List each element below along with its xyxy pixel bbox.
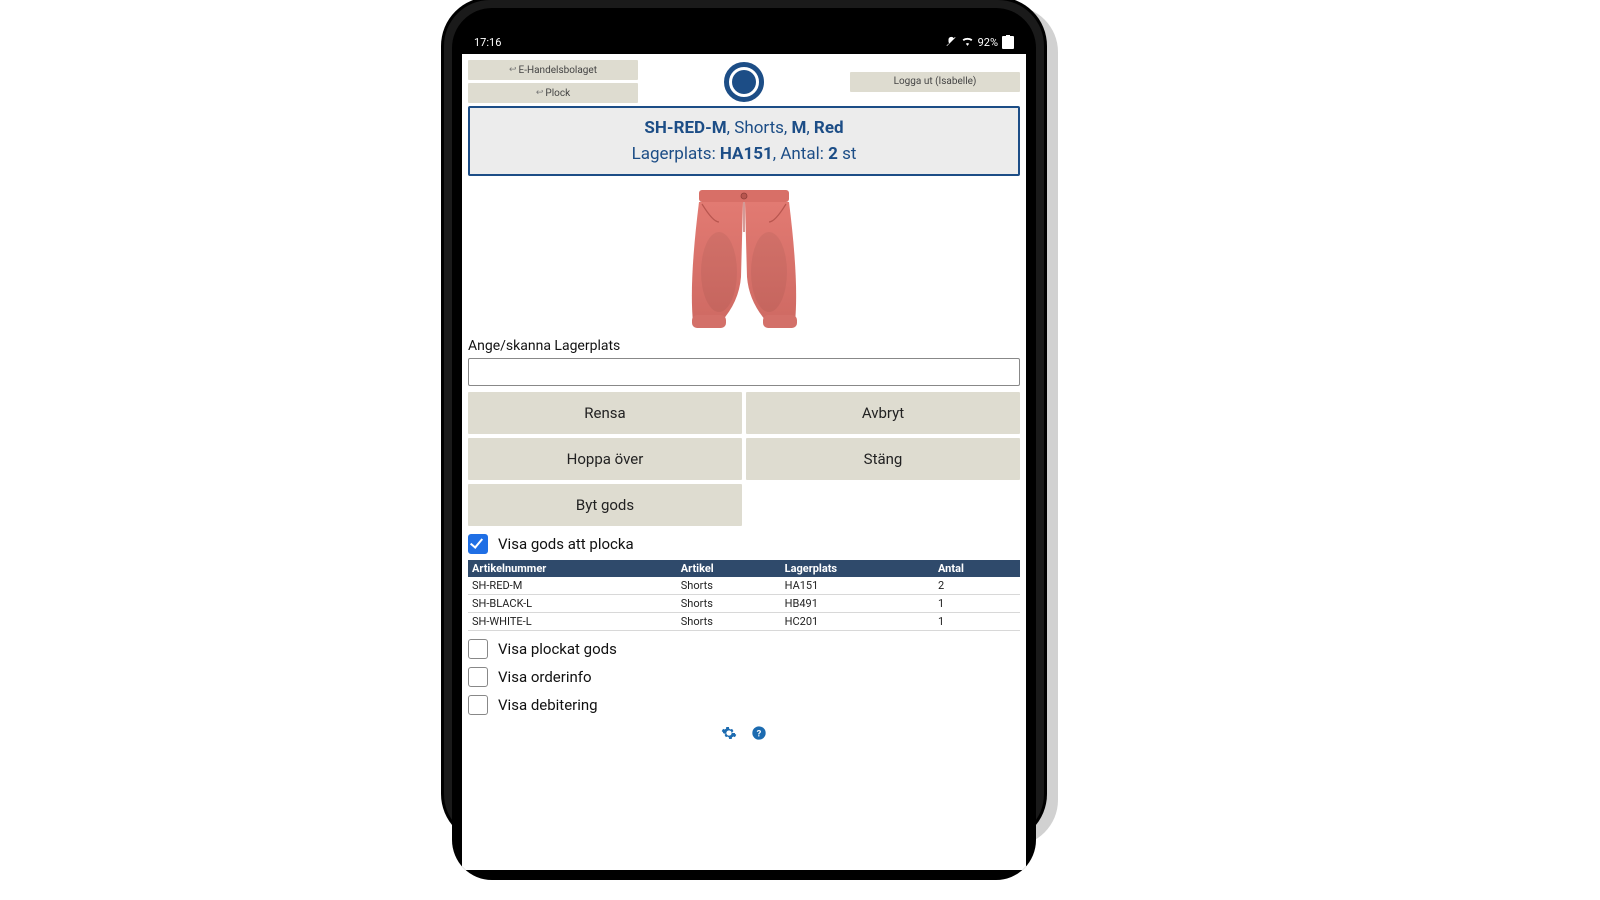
level-up-icon: ↩ (509, 65, 517, 75)
table-header: Antal (934, 560, 1020, 577)
table-header: Lagerplats (781, 560, 934, 577)
breadcrumb-page-label: Plock (545, 88, 570, 99)
location-label: Lagerplats: (632, 144, 716, 164)
table-cell: 1 (934, 613, 1020, 631)
swap-goods-button[interactable]: Byt gods (468, 484, 742, 526)
table-cell: HA151 (781, 577, 934, 595)
table-cell: 1 (934, 595, 1020, 613)
breadcrumb-page[interactable]: ↩ Plock (468, 83, 638, 103)
app-logo-icon (724, 62, 764, 102)
tablet-frame: 17:16 92% (444, 0, 1044, 840)
location-value: HA151 (720, 144, 773, 164)
checkbox-show-billing-label: Visa debitering (498, 696, 598, 714)
checkbox-show-picked[interactable] (468, 639, 488, 659)
product-sku: SH-RED-M (644, 118, 726, 138)
checkbox-show-picked-label: Visa plockat gods (498, 640, 617, 658)
skip-button[interactable]: Hoppa över (468, 438, 742, 480)
status-bar: 17:16 92% (462, 30, 1026, 54)
logout-button[interactable]: Logga ut (Isabelle) (850, 72, 1020, 92)
table-cell: HC201 (781, 613, 934, 631)
qty-label: Antal: (780, 144, 824, 164)
clear-button[interactable]: Rensa (468, 392, 742, 434)
table-cell: SH-WHITE-L (468, 613, 677, 631)
product-color: Red (814, 118, 844, 138)
checkbox-show-to-pick[interactable] (468, 534, 488, 554)
product-image (468, 182, 1020, 332)
scan-location-input[interactable] (468, 358, 1020, 386)
close-button[interactable]: Stäng (746, 438, 1020, 480)
svg-text:?: ? (757, 728, 762, 739)
battery-icon (1002, 36, 1014, 49)
help-icon[interactable]: ? (751, 725, 767, 741)
table-cell: HB491 (781, 595, 934, 613)
checkbox-show-orderinfo[interactable] (468, 667, 488, 687)
wifi-icon (961, 36, 974, 49)
pick-table: ArtikelnummerArtikelLagerplatsAntal SH-R… (468, 560, 1020, 631)
qty-value: 2 (828, 144, 838, 164)
empty-slot (746, 484, 1020, 526)
table-cell: Shorts (677, 595, 781, 613)
table-row[interactable]: SH-BLACK-LShortsHB4911 (468, 595, 1020, 613)
battery-pct: 92% (978, 36, 998, 49)
mute-icon (945, 36, 957, 48)
breadcrumb-company[interactable]: ↩ E-Handelsbolaget (468, 60, 638, 80)
breadcrumb-company-label: E-Handelsbolaget (519, 65, 597, 76)
table-row[interactable]: SH-WHITE-LShortsHC2011 (468, 613, 1020, 631)
table-cell: SH-BLACK-L (468, 595, 677, 613)
checkbox-show-billing[interactable] (468, 695, 488, 715)
qty-unit: st (842, 144, 856, 164)
logout-label: Logga ut (Isabelle) (894, 76, 977, 87)
scan-input-label: Ange/skanna Lagerplats (468, 338, 1020, 354)
table-cell: Shorts (677, 577, 781, 595)
table-header: Artikel (677, 560, 781, 577)
product-info-panel: SH-RED-M, Shorts, M, Red Lagerplats: HA1… (468, 106, 1020, 176)
checkbox-show-to-pick-label: Visa gods att plocka (498, 535, 634, 553)
level-up-icon: ↩ (536, 88, 544, 98)
checkbox-show-orderinfo-label: Visa orderinfo (498, 668, 592, 686)
product-name: Shorts (734, 118, 784, 138)
table-cell: SH-RED-M (468, 577, 677, 595)
table-header: Artikelnummer (468, 560, 677, 577)
status-time: 17:16 (474, 36, 501, 49)
cancel-button[interactable]: Avbryt (746, 392, 1020, 434)
table-row[interactable]: SH-RED-MShortsHA1512 (468, 577, 1020, 595)
settings-icon[interactable] (721, 725, 737, 741)
table-cell: 2 (934, 577, 1020, 595)
table-cell: Shorts (677, 613, 781, 631)
product-size: M (791, 118, 806, 138)
